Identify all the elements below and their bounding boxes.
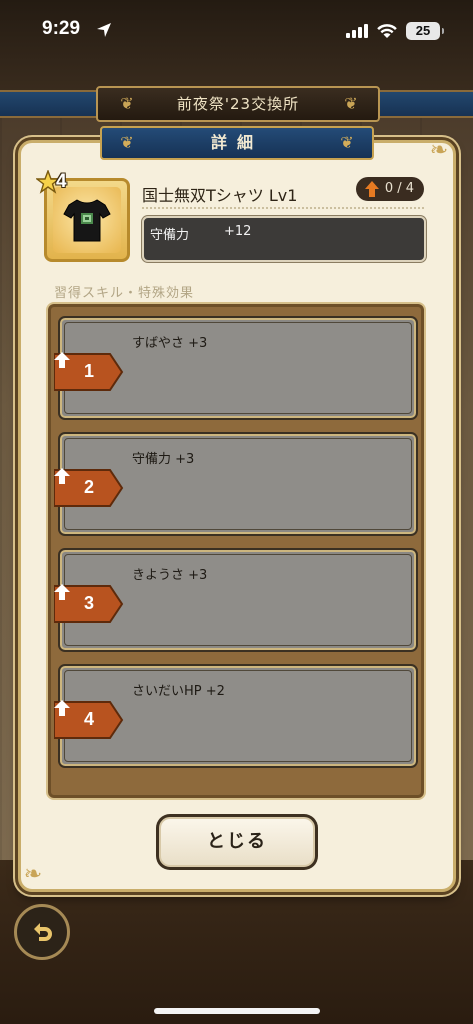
skill-text: すばやさ +3 xyxy=(132,336,208,351)
skill-level: 2 xyxy=(84,477,95,497)
dialog-title: 詳細 xyxy=(100,126,374,160)
ornament-icon: ❦ xyxy=(120,133,134,152)
skill-level: 4 xyxy=(84,709,95,729)
skill-card: さいだいHP +2 4 xyxy=(54,664,418,768)
skill-level: 3 xyxy=(84,593,95,613)
back-button[interactable] xyxy=(14,904,70,960)
ornament-icon: ❦ xyxy=(344,94,358,113)
item-name: 国士無双Tシャツ Lv1 xyxy=(142,186,298,205)
up-arrow-icon xyxy=(54,352,70,368)
shop-title: 前夜祭'23交換所 xyxy=(96,86,380,122)
rarity-number: 4 xyxy=(56,171,67,192)
skill-text: さいだいHP +2 xyxy=(132,684,225,699)
close-button[interactable]: とじる xyxy=(156,814,318,870)
skill-level-tag: 3 xyxy=(54,584,124,624)
rarity-badge: 4 xyxy=(36,170,80,196)
skills-section-label: 習得スキル・特殊効果 xyxy=(54,286,195,301)
corner-ornament-icon: ❧ xyxy=(429,138,449,163)
battery-indicator: 25 xyxy=(406,22,444,40)
status-bar: 9:29 25 xyxy=(0,0,473,62)
status-time: 9:29 xyxy=(42,18,81,39)
skill-card: きようさ +3 3 xyxy=(54,548,418,652)
corner-ornament-icon: ❧ xyxy=(23,862,43,887)
skills-panel: すばやさ +3 1 守備力 +3 2 きようさ +3 3 さいだいHP +2 4 xyxy=(46,302,426,800)
skill-card: すばやさ +3 1 xyxy=(54,316,418,420)
skill-text: 守備力 +3 xyxy=(132,452,195,467)
upgrade-count: 0 / 4 xyxy=(384,181,414,196)
up-arrow-icon xyxy=(365,181,379,197)
upgrade-counter: 0 / 4 xyxy=(356,177,424,201)
close-button-label[interactable]: とじる xyxy=(159,817,315,867)
home-indicator xyxy=(154,1008,320,1014)
up-arrow-icon xyxy=(54,700,70,716)
tshirt-icon xyxy=(63,199,111,242)
skill-card: 守備力 +3 2 xyxy=(54,432,418,536)
cellular-signal-icon xyxy=(346,24,368,38)
skill-level-tag: 4 xyxy=(54,700,124,740)
ornament-icon: ❦ xyxy=(340,133,354,152)
back-arrow-icon xyxy=(34,923,52,941)
stat-label: 守備力 xyxy=(150,228,190,243)
skill-level-tag: 1 xyxy=(54,352,124,392)
location-arrow-icon xyxy=(97,23,111,37)
skill-level: 1 xyxy=(84,361,95,381)
stat-value: +12 xyxy=(224,224,252,239)
divider xyxy=(142,207,424,209)
up-arrow-icon xyxy=(54,584,70,600)
skill-text: きようさ +3 xyxy=(132,568,208,583)
up-arrow-icon xyxy=(54,468,70,484)
stat-box: 守備力 +12 xyxy=(142,216,426,262)
skill-level-tag: 2 xyxy=(54,468,124,508)
ornament-icon: ❦ xyxy=(120,94,134,113)
wifi-icon xyxy=(377,24,397,38)
